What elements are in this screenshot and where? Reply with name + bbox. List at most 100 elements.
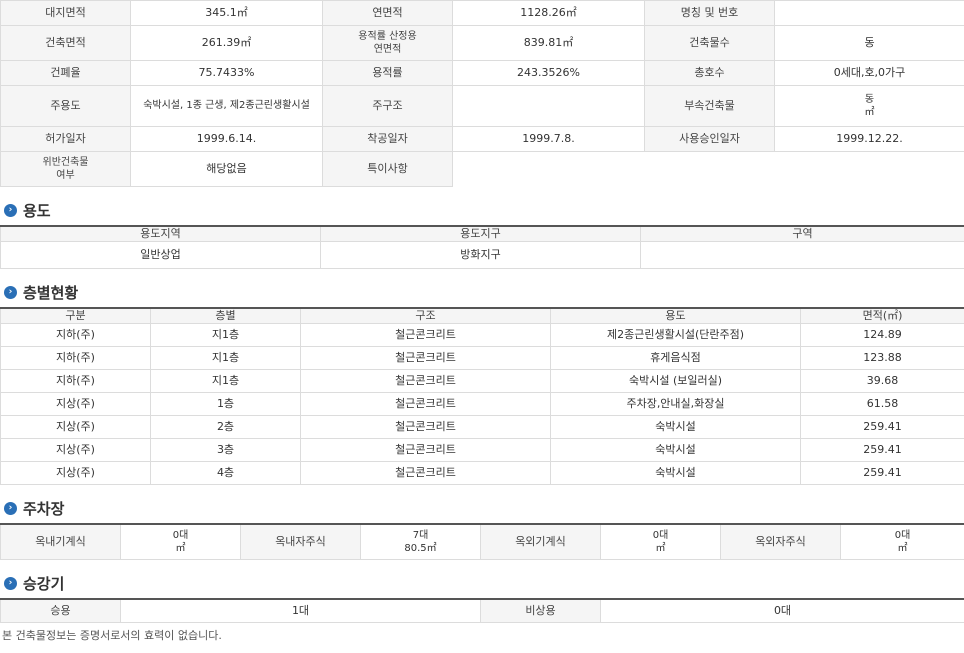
parking-count: 0대 xyxy=(652,530,669,541)
floors-table: 구분 층별 구조 용도 면적(㎡) 지하(주) 지1층 철근콘크리트 제2종근린생활시… xyxy=(0,307,964,485)
use-table: 용도지역 용도지구 구역 일반상업 방화지구 xyxy=(0,225,964,269)
info-label: 특이사항 xyxy=(322,151,453,187)
info-label: 용적률 산정용 연면적 xyxy=(322,25,453,61)
info-value xyxy=(452,151,964,187)
use-value xyxy=(640,241,964,269)
elevator-row: 승용 1대 비상용 0대 xyxy=(0,598,964,623)
floors-header-row: 구분 층별 구조 용도 면적(㎡) xyxy=(0,307,964,324)
parking-count: 0대 xyxy=(894,530,911,541)
info-value xyxy=(774,0,964,26)
section-title: 주차장 xyxy=(23,499,65,518)
elevator-value: 1대 xyxy=(120,598,481,623)
cell-structure: 철근콘크리트 xyxy=(300,346,551,370)
elevator-value: 0대 xyxy=(600,598,964,623)
column-header: 구조 xyxy=(300,307,551,324)
cell-structure: 철근콘크리트 xyxy=(300,438,551,462)
use-value: 일반상업 xyxy=(0,241,321,269)
cell-area: 259.41 xyxy=(800,461,964,485)
table-row: 지하(주) 지1층 철근콘크리트 제2종근린생활시설(단란주점) 124.89 xyxy=(0,323,964,347)
parking-row: 옥내기계식 0대 ㎡ 옥내자주식 7대 80.5㎡ 옥외기계식 0대 ㎡ 옥외자주식 … xyxy=(0,523,964,560)
section-title: 용도 xyxy=(23,201,51,220)
column-header: 용도지역 xyxy=(0,225,321,242)
parking-label: 옥외기계식 xyxy=(480,523,601,560)
info-value: 75.7433% xyxy=(130,60,323,86)
cell-usage: 주차장,안내실,화장실 xyxy=(550,392,801,416)
info-row: 주용도 숙박시설, 1종 근생, 제2종근린생활시설 주구조 부속건축물 동 ㎡ xyxy=(0,85,964,127)
cell-usage: 숙박시설 xyxy=(550,438,801,462)
info-label: 대지면적 xyxy=(0,0,131,26)
info-label: 주용도 xyxy=(0,85,131,127)
info-label: 총호수 xyxy=(644,60,775,86)
info-label: 건축면적 xyxy=(0,25,131,61)
cell-floor: 4층 xyxy=(150,461,301,485)
info-value: 동 ㎡ xyxy=(774,85,964,127)
cell-usage: 숙박시설 xyxy=(550,461,801,485)
cell-type: 지상(주) xyxy=(0,461,151,485)
parking-label: 옥내자주식 xyxy=(240,523,361,560)
info-row: 건축면적 261.39㎡ 용적률 산정용 연면적 839.81㎡ 건축물수 동 xyxy=(0,25,964,61)
info-label: 부속건축물 xyxy=(644,85,775,127)
cell-area: 124.89 xyxy=(800,323,964,347)
info-row: 건폐율 75.7433% 용적률 243.3526% 총호수 0세대,호,0가구 xyxy=(0,60,964,86)
info-label: 건축물수 xyxy=(644,25,775,61)
parking-table: 옥내기계식 0대 ㎡ 옥내자주식 7대 80.5㎡ 옥외기계식 0대 ㎡ 옥외자주식 … xyxy=(0,523,964,560)
table-row: 지상(주) 4층 철근콘크리트 숙박시설 259.41 xyxy=(0,461,964,485)
parking-value: 0대 ㎡ xyxy=(120,523,241,560)
column-header: 층별 xyxy=(150,307,301,324)
cell-usage: 숙박시설 xyxy=(550,415,801,439)
info-value: 243.3526% xyxy=(452,60,645,86)
cell-type: 지하(주) xyxy=(0,369,151,393)
cell-structure: 철근콘크리트 xyxy=(300,392,551,416)
use-header-row: 용도지역 용도지구 구역 xyxy=(0,225,964,242)
cell-structure: 철근콘크리트 xyxy=(300,369,551,393)
cell-type: 지상(주) xyxy=(0,392,151,416)
info-label: 연면적 xyxy=(322,0,453,26)
info-label-line: 용적률 산정용 xyxy=(358,31,417,42)
info-label-line: 위반건축물 xyxy=(42,157,89,168)
info-row: 대지면적 345.1㎡ 연면적 1128.26㎡ 명칭 및 번호 xyxy=(0,0,964,26)
table-row: 지하(주) 지1층 철근콘크리트 숙박시설 (보일러실) 39.68 xyxy=(0,369,964,393)
chevron-right-icon: › xyxy=(4,501,17,515)
cell-type: 지하(주) xyxy=(0,323,151,347)
section-parking-title: › 주차장 xyxy=(0,493,964,523)
info-value-line: ㎡ xyxy=(864,107,875,118)
column-header: 구분 xyxy=(0,307,151,324)
section-use-title: › 용도 xyxy=(0,195,964,225)
section-title: 층별현황 xyxy=(23,283,79,302)
cell-usage: 숙박시설 (보일러실) xyxy=(550,369,801,393)
section-title: 승강기 xyxy=(23,574,65,593)
parking-area: 80.5㎡ xyxy=(404,543,437,554)
cell-area: 61.58 xyxy=(800,392,964,416)
info-label: 명칭 및 번호 xyxy=(644,0,775,26)
info-label: 사용승인일자 xyxy=(644,126,775,152)
info-value: 839.81㎡ xyxy=(452,25,645,61)
section-elevator-title: › 승강기 xyxy=(0,568,964,598)
info-value: 해당없음 xyxy=(130,151,323,187)
info-label: 허가일자 xyxy=(0,126,131,152)
info-label: 건폐율 xyxy=(0,60,131,86)
cell-floor: 지1층 xyxy=(150,346,301,370)
cell-floor: 2층 xyxy=(150,415,301,439)
table-row: 지하(주) 지1층 철근콘크리트 휴게음식점 123.88 xyxy=(0,346,964,370)
info-value: 1999.7.8. xyxy=(452,126,645,152)
building-info-table: 대지면적 345.1㎡ 연면적 1128.26㎡ 명칭 및 번호 건축면적 26… xyxy=(0,0,964,187)
cell-usage: 제2종근린생활시설(단란주점) xyxy=(550,323,801,347)
column-header: 면적(㎡) xyxy=(800,307,964,324)
info-value: 숙박시설, 1종 근생, 제2종근린생활시설 xyxy=(130,85,323,127)
chevron-right-icon: › xyxy=(4,203,17,217)
parking-label: 옥내기계식 xyxy=(0,523,121,560)
section-floors-title: › 층별현황 xyxy=(0,277,964,307)
column-header: 구역 xyxy=(640,225,964,242)
cell-area: 259.41 xyxy=(800,415,964,439)
column-header: 용도 xyxy=(550,307,801,324)
info-value: 동 xyxy=(774,25,964,61)
elevator-label: 비상용 xyxy=(480,598,601,623)
use-value-row: 일반상업 방화지구 xyxy=(0,241,964,269)
chevron-right-icon: › xyxy=(4,576,17,590)
table-row: 지상(주) 1층 철근콘크리트 주차장,안내실,화장실 61.58 xyxy=(0,392,964,416)
parking-value: 7대 80.5㎡ xyxy=(360,523,481,560)
info-value: 261.39㎡ xyxy=(130,25,323,61)
parking-value: 0대 ㎡ xyxy=(600,523,721,560)
info-value xyxy=(452,85,645,127)
cell-structure: 철근콘크리트 xyxy=(300,415,551,439)
